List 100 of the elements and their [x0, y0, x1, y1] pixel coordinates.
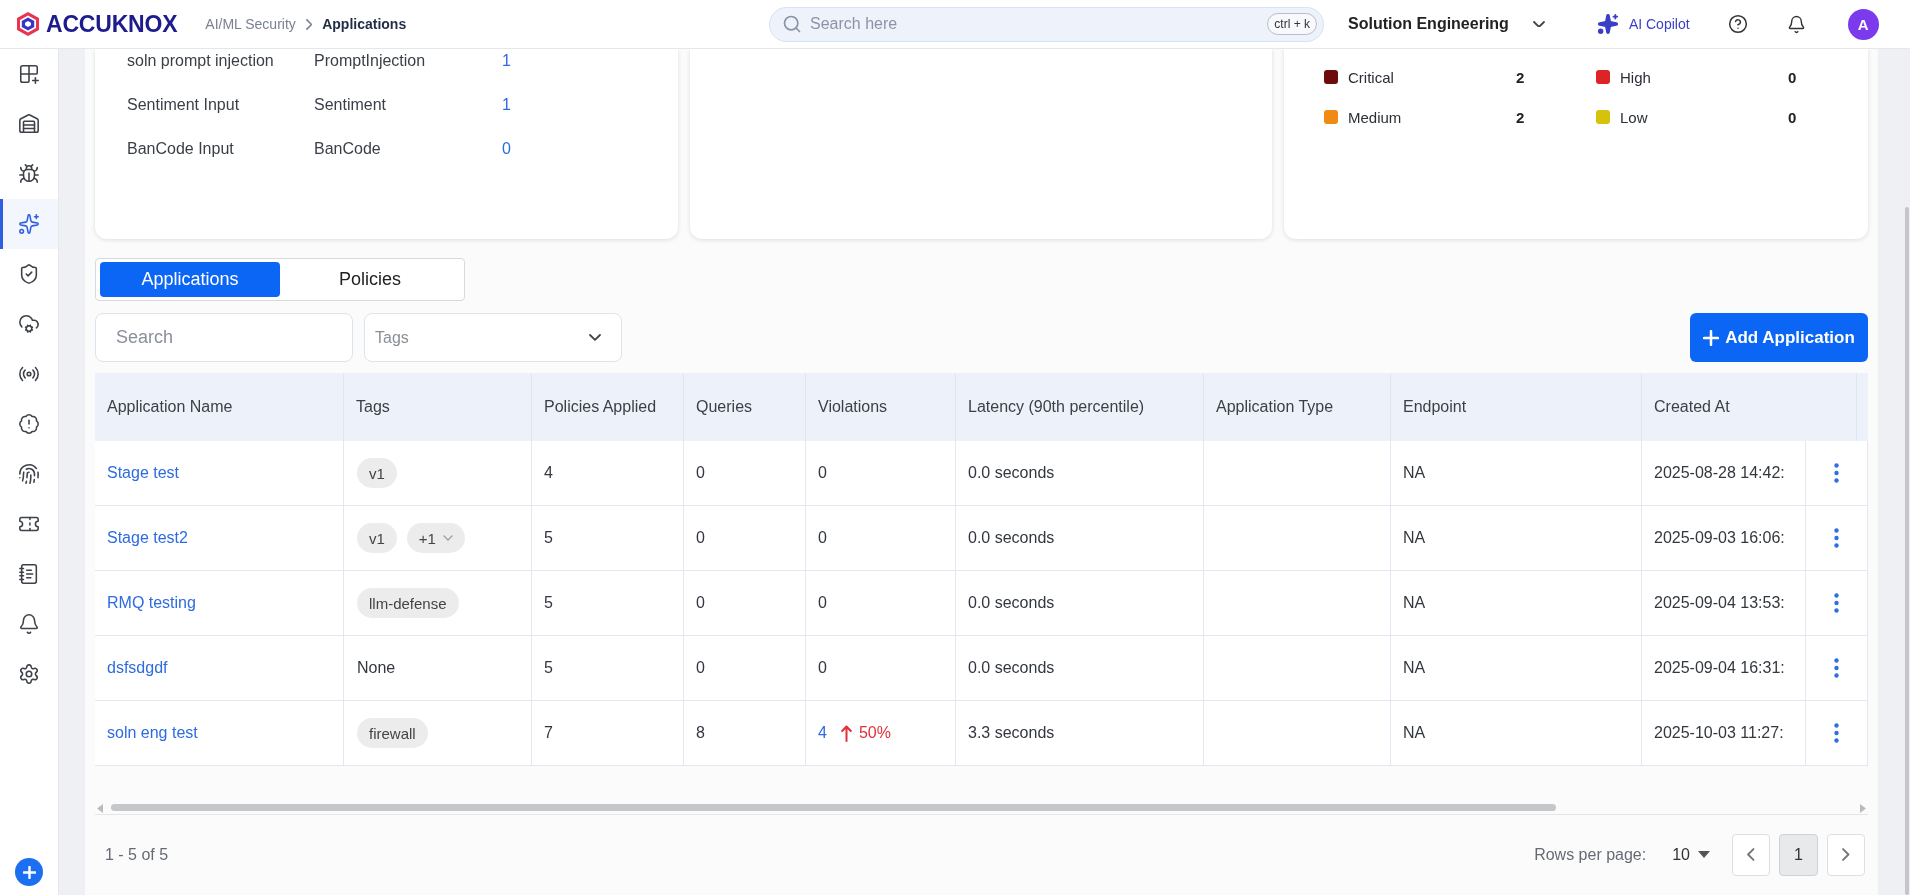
column-header: Application Name	[106, 397, 234, 417]
help-icon	[1727, 14, 1748, 34]
table-cell: 2025-09-04 13:53:	[1641, 571, 1805, 635]
policy-type: Sentiment	[314, 95, 387, 115]
next-page-button[interactable]	[1827, 833, 1865, 876]
table-cell: NA	[1390, 701, 1641, 765]
notebook-icon	[18, 563, 40, 585]
table-cell: 3.3 seconds	[955, 701, 1203, 765]
violations-count: 0	[818, 659, 827, 677]
sparkles-icon	[18, 213, 40, 235]
policy-name: soln prompt injection	[127, 51, 274, 71]
table-cell: 0.0 seconds	[955, 441, 1203, 505]
grid-plus-icon	[18, 63, 40, 85]
table-cell: 2025-09-03 16:06:	[1641, 506, 1805, 570]
more-options-icon[interactable]	[1834, 658, 1839, 678]
table-cell: 5	[531, 571, 683, 635]
sidebar-nav-button[interactable]	[0, 199, 58, 249]
bug-icon	[18, 163, 40, 185]
violations-count: 0	[818, 464, 827, 482]
table-cell: 0.0 seconds	[955, 506, 1203, 570]
policy-count: 1	[502, 95, 511, 115]
violations-count: 0	[818, 594, 827, 612]
severity-count: 0	[1788, 68, 1797, 86]
shortcut-hint: ctrl + k	[1267, 13, 1317, 35]
application-link[interactable]: Stage test	[107, 464, 180, 482]
severity-label: Medium	[1348, 108, 1403, 126]
view-tab[interactable]: Applications	[100, 262, 280, 297]
tags-select[interactable]: Tags	[364, 313, 622, 362]
logo-icon	[16, 11, 40, 37]
rows-per-page-select[interactable]: 10	[1672, 845, 1710, 864]
application-link[interactable]: soln eng test	[107, 724, 198, 742]
policy-count: 1	[502, 51, 511, 71]
violations-count: 0	[818, 529, 827, 547]
tag-chip: v1	[357, 458, 397, 488]
more-tags-chip[interactable]: +1	[406, 523, 465, 553]
table-cell: 8	[683, 701, 805, 765]
more-options-icon[interactable]	[1834, 463, 1839, 483]
chevron-right-icon	[1842, 848, 1850, 861]
caret-down-icon	[1698, 851, 1710, 858]
fingerprint-icon	[18, 463, 40, 485]
table-cell: 5	[531, 636, 683, 700]
table-cell: NA	[1390, 636, 1641, 700]
table-cell: 7	[531, 701, 683, 765]
user-avatar[interactable]: A	[1847, 8, 1879, 40]
search-input[interactable]: Search here	[810, 15, 1260, 33]
alert-badge-icon	[18, 413, 40, 435]
application-link[interactable]: RMQ testing	[107, 594, 196, 612]
table-cell: 0	[683, 571, 805, 635]
severity-label: Low	[1620, 108, 1649, 126]
policy-name: BanCode Input	[127, 139, 234, 159]
chevron-left-icon	[1747, 848, 1755, 861]
table-cell: NA	[1390, 571, 1641, 635]
table-cell: NA	[1390, 506, 1641, 570]
policy-type: BanCode	[314, 139, 381, 159]
page-button[interactable]: 1	[1779, 833, 1818, 876]
pagination-range: 1 - 5 of 5	[105, 845, 169, 864]
scrollbar-thumb[interactable]	[1905, 207, 1909, 895]
table-cell: 0.0 seconds	[955, 571, 1203, 635]
application-link[interactable]: Stage test2	[107, 529, 188, 547]
violations-link[interactable]: 4	[818, 724, 827, 742]
brand-name: ACCUKNOX	[46, 10, 178, 38]
table-cell: 4	[531, 441, 683, 505]
table-cell: 2025-09-04 16:31:	[1641, 636, 1805, 700]
copilot-button[interactable]: AI Copilot	[1596, 13, 1690, 35]
policy-name: Sentiment Input	[127, 95, 240, 115]
breadcrumb-item[interactable]: AI/ML Security	[205, 16, 296, 32]
more-options-icon[interactable]	[1834, 723, 1839, 743]
shield-check-icon	[18, 263, 40, 285]
add-button[interactable]	[15, 858, 43, 886]
plus-icon	[22, 865, 36, 879]
workspace-selector[interactable]: Solution Engineering	[1348, 15, 1545, 33]
add-application-button[interactable]: Add Application	[1690, 313, 1868, 362]
breadcrumb-item: Applications	[322, 16, 407, 32]
plus-icon	[1703, 329, 1720, 346]
help-button[interactable]	[1726, 13, 1749, 35]
application-link[interactable]: dsfsdgdf	[107, 659, 168, 677]
table-cell: 0	[683, 506, 805, 570]
table-cell: 2025-10-03 11:27:	[1641, 701, 1805, 765]
tag-chip: llm-defense	[357, 588, 459, 618]
table-cell: 0.0 seconds	[955, 636, 1203, 700]
tag-text: None	[357, 659, 396, 677]
scrollbar-thumb[interactable]	[111, 804, 1556, 811]
policy-type: PromptInjection	[314, 51, 426, 71]
notifications-icon	[18, 613, 40, 635]
search-bar[interactable]: Search here ctrl + k	[769, 6, 1324, 42]
settings-icon	[18, 663, 40, 685]
tag-chip: v1	[357, 523, 397, 553]
more-options-icon[interactable]	[1834, 593, 1839, 613]
table-cell: 2025-08-28 14:42:	[1641, 441, 1805, 505]
severity-count: 2	[1516, 108, 1525, 126]
severity-label: High	[1620, 68, 1652, 86]
bell-icon	[1787, 14, 1807, 34]
severity-count: 2	[1516, 68, 1525, 86]
change-percent: 50%	[858, 724, 891, 742]
more-options-icon[interactable]	[1834, 528, 1839, 548]
search-input[interactable]: Search	[95, 313, 353, 362]
table-cell: 0	[683, 636, 805, 700]
table-cell: 5	[531, 506, 683, 570]
table-cell: NA	[1390, 441, 1641, 505]
view-tab[interactable]: Policies	[280, 262, 460, 297]
